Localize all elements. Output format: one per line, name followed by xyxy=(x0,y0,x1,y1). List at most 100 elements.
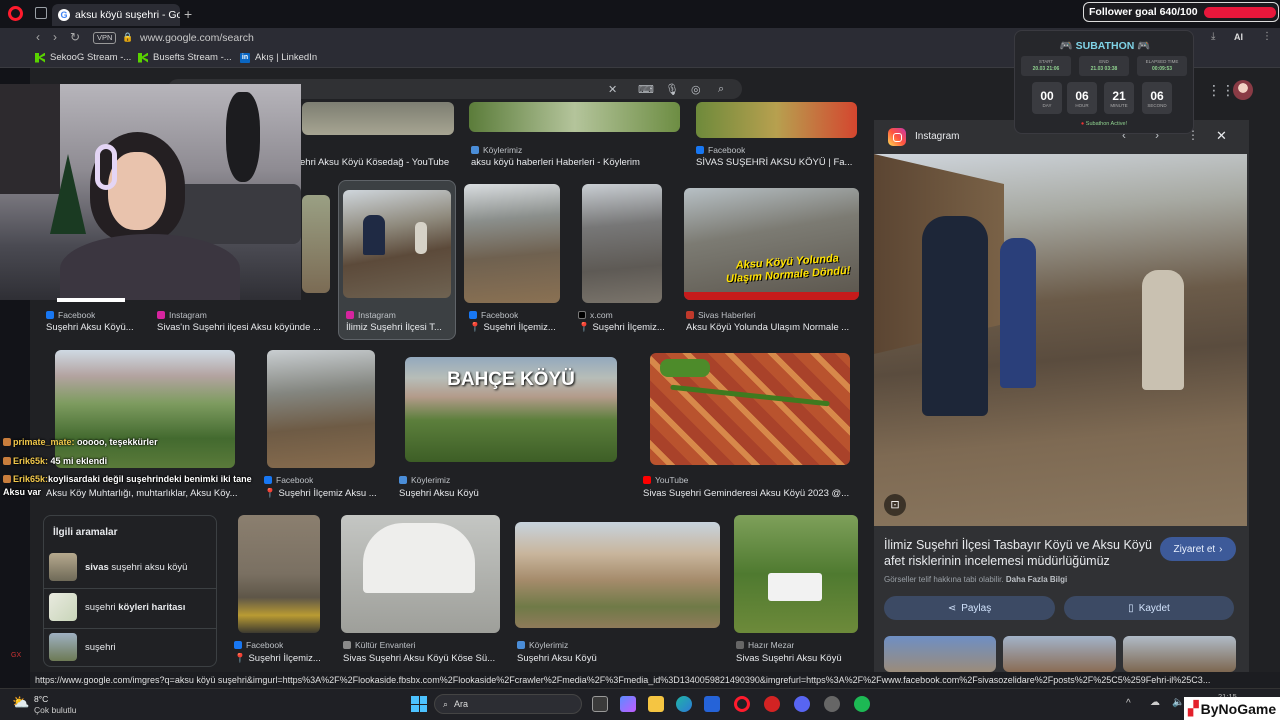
source-label: Instagram xyxy=(169,310,207,320)
related-image[interactable] xyxy=(1003,636,1116,672)
result-title[interactable]: Suşehri Aksu Köyü xyxy=(399,488,599,499)
more-info-link[interactable]: Daha Fazla Bilgi xyxy=(1006,575,1067,584)
source-label: Kültür Envanteri xyxy=(355,640,416,650)
save-button[interactable]: ▯ Kaydet xyxy=(1064,596,1234,620)
result-title[interactable]: Sivas Suşehri Geminderesi Aksu Köyü 2023… xyxy=(643,488,853,499)
image-result[interactable] xyxy=(238,515,320,633)
image-result[interactable]: Aksu Köyü Yolunda Ulaşım Normale Döndü! xyxy=(684,188,859,300)
new-tab-button[interactable]: + xyxy=(184,6,192,22)
file-explorer-icon[interactable] xyxy=(648,696,664,712)
image-result[interactable] xyxy=(696,102,857,138)
volume-icon[interactable]: 🔈 xyxy=(1172,697,1184,708)
image-result[interactable] xyxy=(55,350,235,468)
result-title[interactable]: SİVAS SUŞEHRİ AKSU KÖYÜ | Fa... xyxy=(696,157,858,168)
google-favicon-icon: G xyxy=(58,9,70,21)
lens-search-icon[interactable]: ⊡ xyxy=(884,494,906,516)
result-title[interactable]: aksu köyü haberleri Haberleri - Köylerim xyxy=(471,157,683,168)
avatar[interactable] xyxy=(1233,80,1253,100)
bookmark-linkedin[interactable]: in Akış | LinkedIn xyxy=(240,52,317,63)
app-icon[interactable] xyxy=(764,696,780,712)
result-title[interactable]: 📍 Suşehri İlçemiz Aksu ... xyxy=(264,488,382,499)
preview-image[interactable]: ⊡ xyxy=(874,154,1247,526)
task-view-icon[interactable] xyxy=(592,696,608,712)
weather-icon[interactable]: ⛅ xyxy=(12,694,29,711)
lens-icon[interactable]: ◎ xyxy=(691,83,701,96)
result-title[interactable]: İlimiz Suşehri İlçesi T... xyxy=(346,322,450,333)
image-result[interactable]: BAHÇE KÖYÜ xyxy=(405,357,617,462)
image-result[interactable] xyxy=(650,353,850,465)
share-button[interactable]: ⋖ Paylaş xyxy=(884,596,1055,620)
google-apps-icon[interactable]: ⋮⋮ xyxy=(1207,82,1235,99)
app-icon[interactable] xyxy=(824,696,840,712)
tab-manager-icon[interactable] xyxy=(35,7,47,19)
download-icon[interactable]: ⤓ xyxy=(1211,31,1215,42)
back-icon[interactable]: ‹ xyxy=(36,30,40,44)
bookmark-busefts[interactable]: Busefts Stream -... xyxy=(138,52,232,63)
tab-google-search[interactable]: G aksu köyü suşehri - Google xyxy=(52,4,180,26)
result-title[interactable]: Sivas Suşehri Aksu Köyü xyxy=(736,653,858,664)
tray-chevron-icon[interactable]: ^ xyxy=(1126,698,1131,709)
chat-user: primate_mate: xyxy=(13,437,75,447)
image-result[interactable] xyxy=(302,102,454,135)
taskbar-search[interactable]: ⌕ Ara xyxy=(434,694,582,714)
guitar-shape xyxy=(226,92,260,182)
vpn-badge[interactable]: VPN xyxy=(93,32,117,44)
ai-button[interactable]: AI xyxy=(1234,32,1243,42)
preview-title[interactable]: İlimiz Suşehri İlçesi Tasbayır Köyü ve A… xyxy=(884,537,1154,569)
related-item[interactable]: suşehri xyxy=(49,629,215,665)
url-field[interactable]: www.google.com/search xyxy=(140,32,254,44)
microphone-icon[interactable]: 🎙 xyxy=(665,83,679,96)
chat-text: ooooo, teşekkürler xyxy=(77,437,158,447)
menu-icon[interactable]: ⋮ xyxy=(1262,31,1272,42)
countdown-number: 21 xyxy=(1112,88,1126,103)
image-result[interactable] xyxy=(734,515,858,633)
image-result[interactable] xyxy=(582,184,662,303)
result-title[interactable]: Aksu Köy Muhtarlığı, muhtarlıklar, Aksu … xyxy=(46,488,246,499)
forward-icon[interactable]: › xyxy=(53,30,57,44)
source-label: Facebook xyxy=(58,310,96,320)
image-result[interactable] xyxy=(515,522,720,628)
search-icon[interactable]: ⌕ xyxy=(718,83,724,96)
edge-icon[interactable] xyxy=(676,696,692,712)
related-image[interactable] xyxy=(1123,636,1236,672)
result-title[interactable]: Suşehri Aksu Köyü xyxy=(517,653,697,664)
related-item[interactable]: sivas suşehri aksu köyü xyxy=(49,549,215,585)
store-icon[interactable] xyxy=(704,696,720,712)
result-title[interactable]: Sivas Suşehri Aksu Köyü Köse Sü... xyxy=(343,653,503,664)
related-item[interactable]: suşehri köyleri haritası xyxy=(49,589,215,625)
cloud-icon[interactable]: ☁ xyxy=(1150,697,1160,708)
result-source: Instagram xyxy=(157,310,207,320)
discord-icon[interactable] xyxy=(794,696,810,712)
image-result[interactable] xyxy=(341,515,500,633)
opera-logo-icon[interactable] xyxy=(8,6,23,21)
reload-icon[interactable]: ↻ xyxy=(70,30,80,44)
result-title[interactable]: 📍 Suşehri İlçemiz... xyxy=(469,322,561,333)
subathon-title-row: 🎮 SUBATHON 🎮 xyxy=(1015,39,1195,52)
linkedin-icon: in xyxy=(240,52,250,63)
sofa-shape xyxy=(165,184,301,244)
opera-gx-icon[interactable] xyxy=(734,696,750,712)
chevron-right-icon: › xyxy=(1219,543,1223,555)
windows-start-icon[interactable] xyxy=(411,696,427,712)
clear-search-icon[interactable]: ✕ xyxy=(608,83,617,96)
bookmark-sekoog[interactable]: SekooG Stream -... xyxy=(35,52,131,63)
result-title[interactable]: 📍 Suşehri İlçemiz... xyxy=(234,653,330,664)
copilot-icon[interactable] xyxy=(620,696,636,712)
result-title[interactable]: Suşehri Aksu Köyü... xyxy=(46,322,136,333)
image-result[interactable] xyxy=(464,184,560,303)
related-image[interactable] xyxy=(884,636,996,672)
status-dot-icon: ● xyxy=(1080,121,1085,127)
image-result[interactable] xyxy=(267,350,375,468)
result-title[interactable]: ehri Aksu Köyü Kösedağ - YouTube xyxy=(300,157,456,168)
result-title[interactable]: Aksu Köyü Yolunda Ulaşım Normale ... xyxy=(686,322,856,333)
image-result[interactable] xyxy=(302,195,330,293)
image-result-selected[interactable] xyxy=(343,190,451,298)
image-result[interactable] xyxy=(469,102,680,132)
preview-source[interactable]: Instagram xyxy=(915,131,959,142)
keyboard-icon[interactable]: ⌨ xyxy=(638,83,654,96)
close-icon[interactable]: ✕ xyxy=(1216,128,1227,144)
visit-button[interactable]: Ziyaret et › xyxy=(1160,537,1236,561)
spotify-icon[interactable] xyxy=(854,696,870,712)
result-title[interactable]: 📍 Suşehri İlçemiz... xyxy=(578,322,668,333)
result-title[interactable]: Sivas'ın Suşehri ilçesi Aksu köyünde ... xyxy=(157,322,327,333)
